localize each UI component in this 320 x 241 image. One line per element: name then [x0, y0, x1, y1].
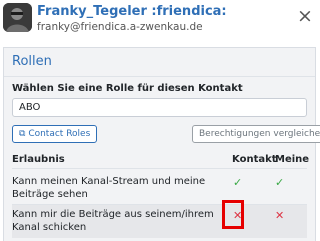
- column-header-mine: Meine: [275, 154, 310, 165]
- avatar-image: [3, 3, 32, 32]
- column-header-permission: Erlaubnis: [12, 154, 65, 165]
- panel-title: Rollen: [12, 54, 52, 69]
- role-select-label: Wählen Sie eine Rolle für diesen Kontakt: [12, 83, 243, 94]
- column-header-contact: Kontakt: [232, 154, 277, 165]
- highlight-box: [222, 200, 244, 229]
- table-row: Kann mir die Beiträge aus seinem/ihrem K…: [12, 205, 307, 238]
- avatar[interactable]: [3, 3, 32, 32]
- roles-panel: Rollen Wählen Sie eine Rolle für diesen …: [3, 47, 320, 241]
- contact-header: Franky_Tegeler :friendica: franky@friend…: [0, 0, 320, 44]
- contact-roles-button[interactable]: ⧉ Contact Roles: [12, 125, 98, 143]
- contact-address: franky@friendica.a-zwenkau.de: [37, 21, 203, 33]
- permission-text: Kann mir die Beiträge aus seinem/ihrem K…: [12, 209, 214, 233]
- table-divider: [12, 168, 307, 169]
- cross-icon[interactable]: ✕: [275, 210, 284, 222]
- contact-roles-label: Contact Roles: [28, 129, 91, 139]
- table-row: Kann meinen Kanal-Stream und meine Beitr…: [12, 172, 307, 204]
- contact-name[interactable]: Franky_Tegeler :friendica:: [37, 4, 227, 19]
- external-link-icon: ⧉: [19, 129, 26, 139]
- permission-text: Kann meinen Kanal-Stream und meine Beitr…: [12, 176, 206, 200]
- role-select[interactable]: ABO: [12, 98, 307, 117]
- check-icon[interactable]: ✓: [275, 177, 284, 189]
- compare-permissions-button[interactable]: Berechtigungen vergleichen: [192, 125, 320, 143]
- close-icon[interactable]: ×: [296, 7, 314, 26]
- check-icon[interactable]: ✓: [233, 177, 242, 189]
- panel-header: Rollen: [4, 48, 315, 77]
